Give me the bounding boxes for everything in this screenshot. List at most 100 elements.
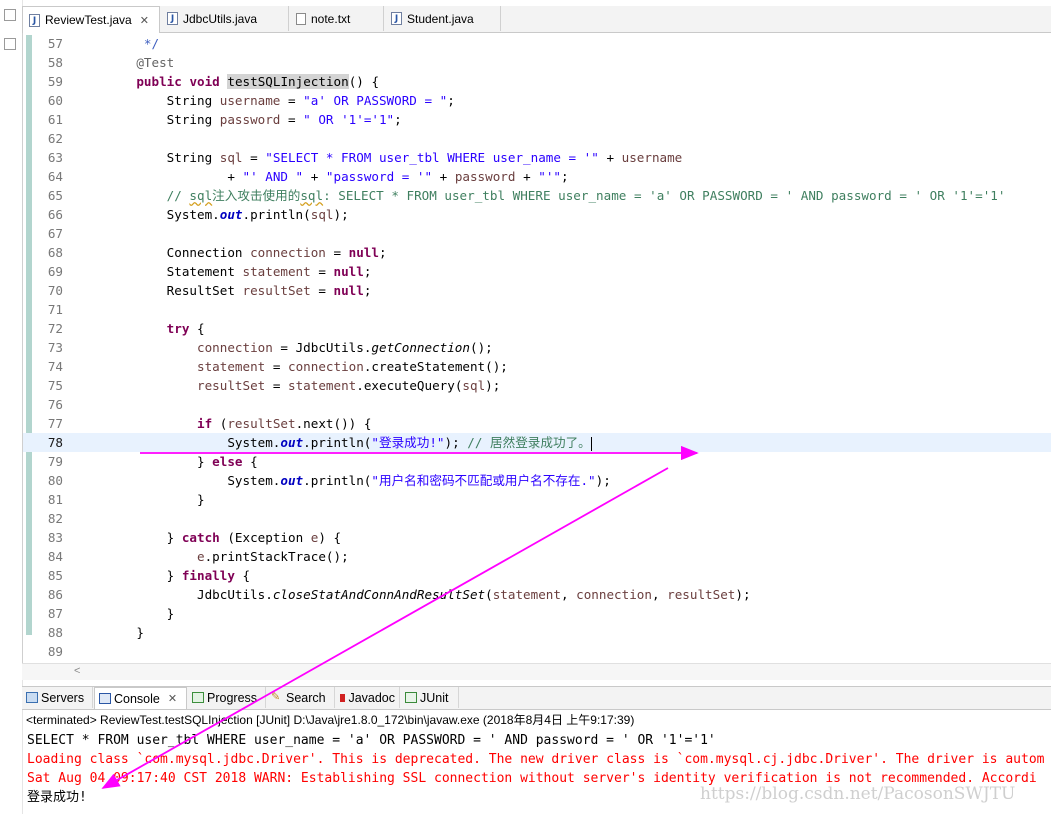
code-line[interactable]: 79 } else { [23,452,1051,471]
editor-tab-bar: J ReviewTest.java ✕ J JdbcUtils.java not… [22,6,1051,33]
tab-progress[interactable]: Progress [188,687,266,708]
code-line[interactable]: 81 } [23,490,1051,509]
code-text: if (resultSet.next()) { [197,416,372,431]
tab-label: Progress [207,690,258,705]
code-line[interactable]: 64 + "' AND " + "password = '" + passwor… [23,167,1051,186]
code-line[interactable]: 85 } finally { [23,566,1051,585]
servers-icon [26,692,38,703]
code-line[interactable]: 72 try { [23,319,1051,338]
code-editor[interactable]: 57 */58 @Test 59 public void testSQLInjec… [22,33,1051,663]
close-icon[interactable]: ✕ [140,14,149,27]
code-text: e.printStackTrace(); [197,549,349,564]
code-line[interactable]: 63 String sql = "SELECT * FROM user_tbl … [23,148,1051,167]
code-line[interactable]: 73 connection = JdbcUtils.getConnection(… [23,338,1051,357]
code-text: Statement statement = null; [106,264,372,279]
line-number: 76 [47,397,63,412]
code-line[interactable]: 59 public void testSQLInjection() { [23,72,1051,91]
line-number: 80 [47,473,63,488]
code-line[interactable]: 88 } [23,623,1051,642]
code-line[interactable]: 78 System.out.println("登录成功!"); // 居然登录成… [23,433,1051,452]
line-number: 62 [47,131,63,146]
watermark: https://blog.csdn.net/PacosonSWJTU [700,784,1016,804]
code-line[interactable]: 70 ResultSet resultSet = null; [23,281,1051,300]
line-number: 63 [47,150,63,165]
line-number: 83 [47,530,63,545]
code-text: System.out.println("登录成功!"); // 居然登录成功了。 [106,435,592,451]
tab-servers[interactable]: Servers [22,687,93,708]
code-text: System.out.println("用户名和密码不匹配或用户名不存在."); [106,473,611,488]
code-line[interactable]: 68 Connection connection = null; [23,243,1051,262]
left-trim-bar [0,0,23,814]
code-text: } [106,492,205,507]
code-line[interactable]: 86 JdbcUtils.closeStatAndConnAndResultSe… [23,585,1051,604]
tab-jdbcutils-java[interactable]: J JdbcUtils.java [161,6,289,31]
tab-label: JdbcUtils.java [183,11,258,26]
code-text: } else { [106,454,258,469]
line-number: 89 [47,644,63,659]
code-line[interactable]: 82 [23,509,1051,528]
minimize-icon[interactable] [4,9,16,21]
code-line[interactable]: 75 resultSet = statement.executeQuery(sq… [23,376,1051,395]
horizontal-scrollbar[interactable]: < [22,663,1051,680]
text-file-icon [296,12,306,25]
line-number: 87 [47,606,63,621]
code-line[interactable]: 66 System.out.println(sql); [23,205,1051,224]
chevron-left-icon[interactable]: < [74,665,80,677]
line-number: 72 [47,321,63,336]
line-number: 61 [47,112,63,127]
code-line[interactable]: 71 [23,300,1051,319]
tab-console[interactable]: Console ✕ [94,687,187,709]
tab-junit[interactable]: JUnit [401,687,459,708]
code-line[interactable]: 84 e.printStackTrace(); [23,547,1051,566]
javadoc-icon [340,693,346,702]
tab-search[interactable]: ✎ Search [267,687,335,708]
code-text: System.out.println(sql); [106,207,349,222]
tab-javadoc[interactable]: Javadoc [336,687,400,708]
console-output-line: SELECT * FROM user_tbl WHERE user_name =… [27,733,716,748]
tab-reviewtest-java[interactable]: J ReviewTest.java ✕ [22,6,160,33]
code-line[interactable]: 62 [23,129,1051,148]
code-line[interactable]: 60 String username = "a' OR PASSWORD = "… [23,91,1051,110]
line-number: 88 [47,625,63,640]
code-line[interactable]: 80 System.out.println("用户名和密码不匹配或用户名不存在.… [23,471,1051,490]
code-line[interactable]: 87 } [23,604,1051,623]
java-file-icon: J [167,12,178,25]
code-line[interactable]: 83 } catch (Exception e) { [23,528,1051,547]
line-number: 82 [47,511,63,526]
tab-student-java[interactable]: J Student.java [385,6,501,31]
code-line[interactable]: 89 [23,642,1051,661]
code-line[interactable]: 77 if (resultSet.next()) { [23,414,1051,433]
code-line[interactable]: 65 // sql注入攻击使用的sql: SELECT * FROM user_… [23,186,1051,205]
close-icon[interactable]: ✕ [168,692,177,705]
code-text: JdbcUtils.closeStatAndConnAndResultSet(s… [106,587,751,602]
restore-icon[interactable] [4,38,16,50]
code-line[interactable]: 61 String password = " OR '1'='1"; [23,110,1051,129]
code-text: String password = " OR '1'='1"; [106,112,402,127]
tab-label: Servers [41,690,85,705]
line-number: 65 [47,188,63,203]
console-tab-bar: Servers Console ✕ Progress ✎ Search Java… [22,686,1051,710]
line-number: 59 [47,74,63,89]
code-text: */ [136,36,160,51]
code-text: try { [166,321,205,336]
line-number: 70 [47,283,63,298]
line-number: 86 [47,587,63,602]
line-number: 73 [47,340,63,355]
code-text: public void testSQLInjection() { [136,74,380,89]
code-line[interactable]: 57 */ [23,34,1051,53]
java-file-icon: J [391,12,402,25]
line-number: 60 [47,93,63,108]
code-text: } [106,625,144,640]
line-number: 58 [47,55,63,70]
code-line[interactable]: 58 @Test [23,53,1051,72]
code-text: + "' AND " + "password = '" + password +… [106,169,569,184]
tab-note-txt[interactable]: note.txt [290,6,384,31]
search-icon: ✎ [271,691,281,703]
line-number: 75 [47,378,63,393]
code-line[interactable]: 67 [23,224,1051,243]
code-line[interactable]: 69 Statement statement = null; [23,262,1051,281]
tab-label: Search [286,690,326,705]
code-line[interactable]: 76 [23,395,1051,414]
code-text: } catch (Exception e) { [106,530,342,545]
code-line[interactable]: 74 statement = connection.createStatemen… [23,357,1051,376]
